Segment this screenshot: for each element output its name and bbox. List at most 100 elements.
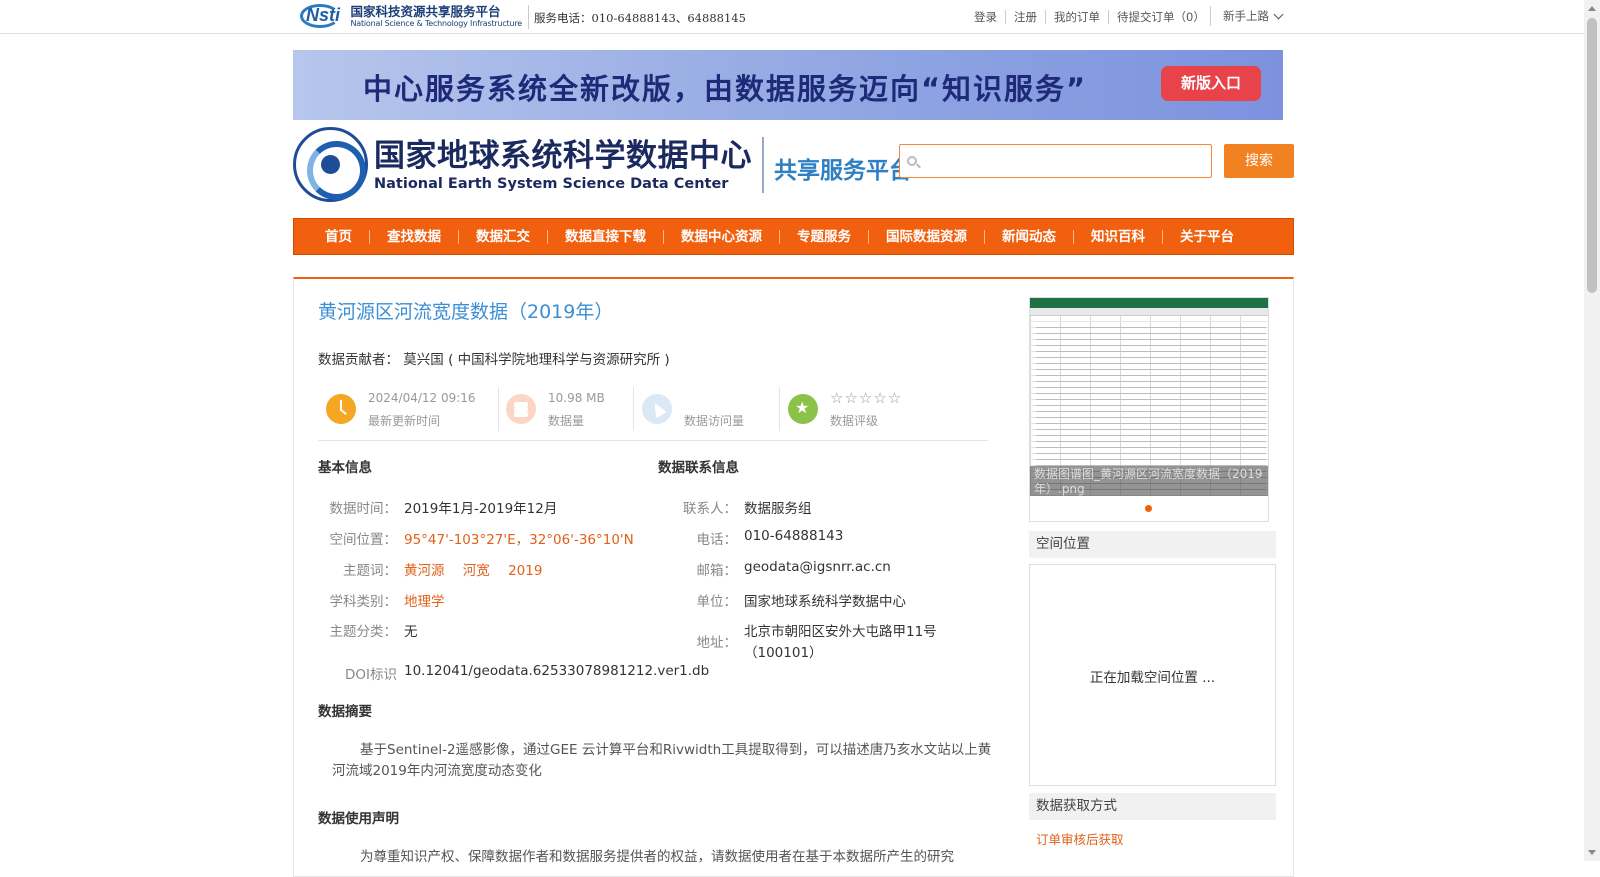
spatial-location-map[interactable]: 正在加载空间位置 ... <box>1029 564 1276 786</box>
nav-direct-download[interactable]: 数据直接下载 <box>547 229 663 244</box>
nav-center-resources[interactable]: 数据中心资源 <box>663 229 779 244</box>
contact-address-label: 地址： <box>696 635 738 651</box>
stat-size: 10.98 MB 数据量 <box>498 387 633 433</box>
stat-rating: ☆☆☆☆☆ 数据评级 <box>780 387 980 433</box>
layers-icon <box>506 394 536 424</box>
contact-info-heading: 数据联系信息 <box>658 460 739 476</box>
contact-unit-label: 单位： <box>696 594 738 610</box>
doi-label: DOI标识 <box>344 667 397 683</box>
nav-international-data[interactable]: 国际数据资源 <box>868 229 984 244</box>
subject-value[interactable]: 地理学 <box>404 590 445 610</box>
contact-person-label: 联系人： <box>683 501 737 517</box>
contact-person-value: 数据服务组 <box>744 501 812 517</box>
topic-category-label: 主题分类： <box>329 624 398 640</box>
search-input[interactable] <box>899 144 1212 178</box>
nav-home[interactable]: 首页 <box>308 230 369 244</box>
doi-value: 10.12041/geodata.62533078981212.ver1.db <box>404 663 710 679</box>
nsti-logo[interactable]: Nsti 国家科技资源共享服务平台 National Science & Tec… <box>300 2 522 30</box>
preview-caption: 数据图谱图_黄河源区河流宽度数据（2019年）.png <box>1030 466 1268 496</box>
contact-phone-value: 010-64888143 <box>744 528 844 544</box>
dataset-contributor: 数据贡献者： 莫兴国 ( 中国科学院地理科学与资源研究所 ) <box>318 352 670 368</box>
nav-find-data[interactable]: 查找数据 <box>369 229 458 244</box>
abstract-text: 基于Sentinel-2遥感影像，通过GEE 云计算平台和Rivwidth工具提… <box>332 742 992 779</box>
keywords-label: 主题词： <box>343 563 397 579</box>
stat-size-label: 数据量 <box>548 414 585 428</box>
subject-label: 学科类别： <box>329 594 398 610</box>
scrollbar[interactable] <box>1584 0 1600 861</box>
nsti-logo-cn: 国家科技资源共享服务平台 <box>350 3 501 19</box>
usage-statement-heading: 数据使用声明 <box>318 811 399 827</box>
keyword-tag[interactable]: 2019 <box>508 563 542 579</box>
contact-email-value: geodata@igsnrr.ac.cn <box>744 559 891 575</box>
scrollbar-thumb[interactable] <box>1587 18 1597 293</box>
banner-text: 中心服务系统全新改版，由数据服务迈向“知识服务” <box>363 72 1088 106</box>
search-button[interactable]: 搜索 <box>1224 144 1294 178</box>
top-links: 登录 注册 我的订单 待提交订单（0） <box>966 10 1213 24</box>
my-orders-link[interactable]: 我的订单 <box>1045 10 1108 24</box>
stat-updated-value: 2024/04/12 09:16 <box>368 391 476 405</box>
contact-phone-label: 电话： <box>696 532 738 548</box>
new-version-banner[interactable]: 中心服务系统全新改版，由数据服务迈向“知识服务” 新版入口 <box>293 50 1283 120</box>
stat-size-value: 10.98 MB <box>548 391 605 405</box>
stat-visits: 数据访问量 <box>634 387 774 433</box>
scroll-up-arrow-icon[interactable] <box>1588 6 1596 11</box>
abstract-heading: 数据摘要 <box>318 704 372 720</box>
nav-news[interactable]: 新闻动态 <box>984 229 1073 244</box>
chevron-down-icon <box>1273 9 1284 19</box>
dataset-stats: 2024/04/12 09:16 最新更新时间 10.98 MB 数据量 数据访… <box>318 387 988 441</box>
top-bar: Nsti 国家科技资源共享服务平台 National Science & Tec… <box>0 0 1584 34</box>
search-icon <box>907 156 917 166</box>
nsti-logo-en: National Science & Technology Infrastruc… <box>350 18 522 28</box>
star-icon <box>788 394 818 424</box>
main-nav: 首页 查找数据 数据汇交 数据直接下载 数据中心资源 专题服务 国际数据资源 新… <box>293 218 1294 255</box>
dataset-title: 黄河源区河流宽度数据（2019年） <box>318 301 614 323</box>
scroll-down-arrow-icon[interactable] <box>1588 850 1596 855</box>
keyword-tag[interactable]: 黄河源 <box>404 563 445 579</box>
stat-updated: 2024/04/12 09:16 最新更新时间 <box>318 387 498 433</box>
beginner-guide-label: 新手上路 <box>1223 9 1269 23</box>
clock-icon <box>326 394 356 424</box>
data-time-label: 数据时间： <box>329 501 398 517</box>
register-link[interactable]: 注册 <box>1005 10 1045 24</box>
stat-rating-label: 数据评级 <box>830 414 879 428</box>
nsti-logo-mark: Nsti <box>300 3 346 29</box>
service-phone: 服务电话：010-64888143、64888145 <box>534 11 746 25</box>
usage-statement-text: 为尊重知识产权、保障数据作者和数据服务提供者的权益，请数据使用者在基于本数据所产… <box>360 849 954 865</box>
keywords-list: 黄河源 河宽 2019 <box>404 559 556 579</box>
data-center-logo[interactable]: 国家地球系统科学数据中心 National Earth System Scien… <box>293 127 912 202</box>
rating-stars[interactable]: ☆☆☆☆☆ <box>830 389 902 407</box>
data-time-value: 2019年1月-2019年12月 <box>404 501 558 517</box>
contact-email-label: 邮箱： <box>696 563 738 579</box>
basic-info-heading: 基本信息 <box>318 460 372 476</box>
nav-knowledge[interactable]: 知识百科 <box>1073 229 1162 244</box>
cursor-icon <box>642 394 672 424</box>
contact-address-line2: （100101） <box>744 645 823 661</box>
access-method-link[interactable]: 订单审核后获取 <box>1036 829 1124 848</box>
stat-visits-label: 数据访问量 <box>684 414 745 428</box>
spatial-location-heading: 空间位置 <box>1029 531 1276 558</box>
topic-category-value: 无 <box>404 624 418 640</box>
data-center-emblem-icon <box>293 127 368 202</box>
login-link[interactable]: 登录 <box>966 10 1005 24</box>
nav-about[interactable]: 关于平台 <box>1162 229 1251 244</box>
logo-divider <box>762 136 764 193</box>
nav-data-submission[interactable]: 数据汇交 <box>458 229 547 244</box>
nav-topic-services[interactable]: 专题服务 <box>779 229 868 244</box>
map-loading-text: 正在加载空间位置 ... <box>1089 670 1216 686</box>
beginner-guide-dropdown[interactable]: 新手上路 <box>1210 6 1284 26</box>
contact-unit-value: 国家地球系统科学数据中心 <box>744 594 906 610</box>
spatial-location-label: 空间位置： <box>329 532 398 548</box>
contact-address-line1: 北京市朝阳区安外大屯路甲11号 <box>744 624 937 640</box>
data-preview-carousel[interactable]: 数据图谱图_黄河源区河流宽度数据（2019年）.png <box>1029 297 1269 522</box>
keyword-tag[interactable]: 河宽 <box>463 563 490 579</box>
stat-updated-label: 最新更新时间 <box>368 414 441 428</box>
topbar-divider <box>528 5 529 29</box>
platform-name: 共享服务平台 <box>774 157 912 184</box>
carousel-dot[interactable] <box>1145 505 1152 512</box>
data-center-name-cn: 国家地球系统科学数据中心 <box>374 137 752 174</box>
new-version-entry-button[interactable]: 新版入口 <box>1161 66 1261 101</box>
data-center-name-en: National Earth System Science Data Cente… <box>374 175 729 192</box>
pending-orders-link[interactable]: 待提交订单（0） <box>1108 10 1213 24</box>
spreadsheet-preview-image[interactable]: 数据图谱图_黄河源区河流宽度数据（2019年）.png <box>1030 298 1268 496</box>
data-access-heading: 数据获取方式 <box>1029 793 1276 820</box>
